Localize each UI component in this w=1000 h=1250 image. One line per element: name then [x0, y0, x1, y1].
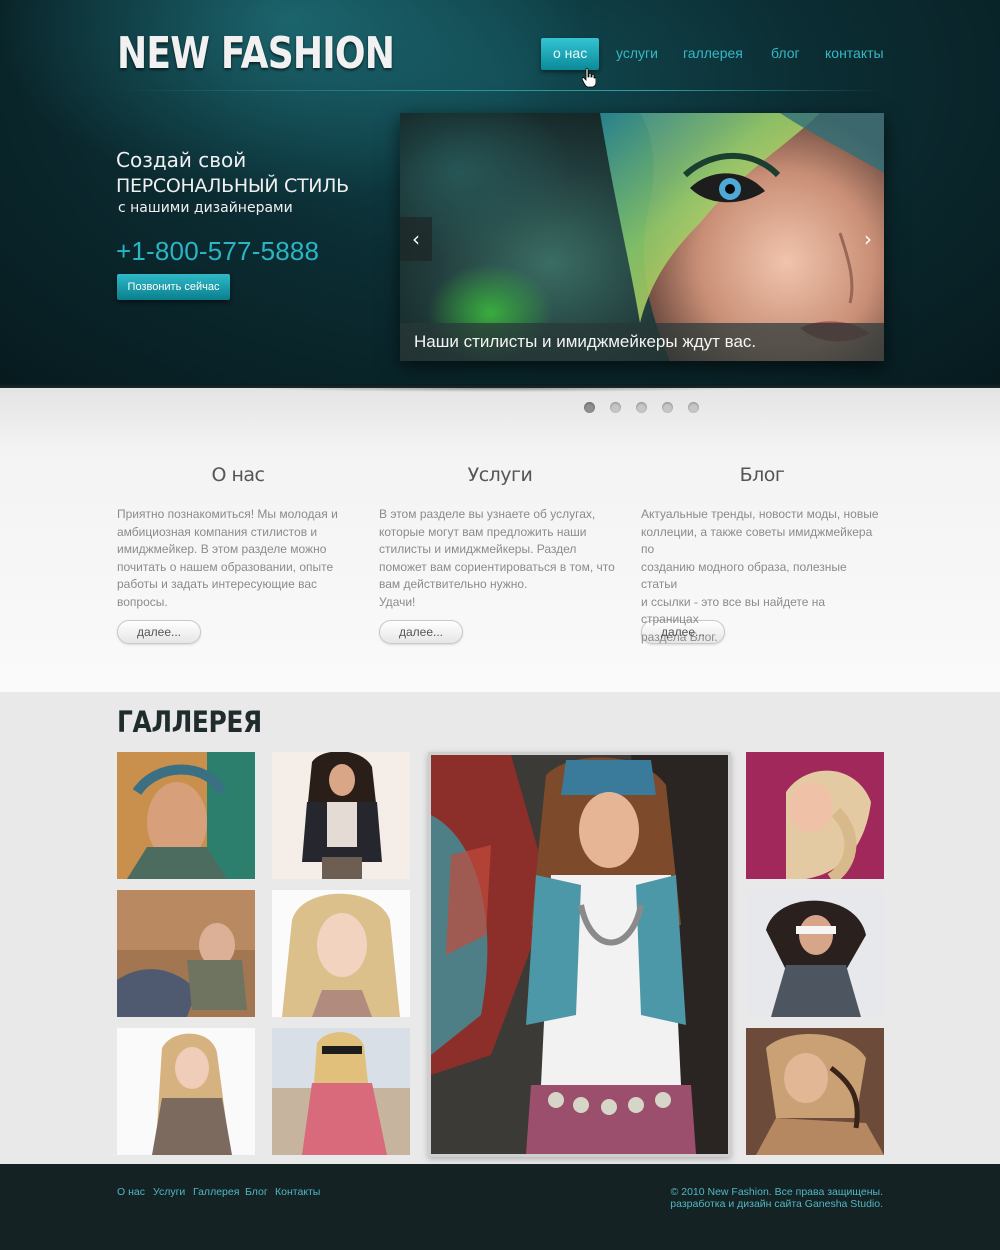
promo-block: Создай свой ПЕРСОНАЛЬНЫЙ СТИЛЬ с нашими … [116, 146, 349, 218]
nav-item-blog[interactable]: блог [771, 38, 800, 70]
site-logo[interactable]: NEW FASHION [117, 28, 395, 79]
nav-item-contacts[interactable]: контакты [825, 38, 884, 70]
slider-dot-5[interactable] [688, 402, 699, 413]
footer-link-services[interactable]: Услуги [153, 1186, 185, 1198]
footer-copyright: © 2010 New Fashion. Все права защищены. … [670, 1186, 883, 1210]
feature-text: Актуальные тренды, новости моды, новые к… [641, 507, 879, 644]
photo-image [117, 1028, 255, 1155]
promo-line-3: с нашими дизайнерами [118, 200, 293, 216]
nav-item-gallery[interactable]: галлерея [683, 38, 743, 70]
photo-image [431, 755, 728, 1154]
photo-image [746, 1028, 884, 1155]
feature-services: Услуги В этом разделе вы узнаете об услу… [379, 464, 621, 644]
photo-image [117, 752, 255, 879]
slider-next-icon[interactable]: › [852, 217, 884, 261]
slider-prev-icon[interactable]: ‹ [400, 217, 432, 261]
feature-title: О нас [211, 464, 265, 486]
feature-blog: Блог Актуальные тренды, новости моды, но… [641, 464, 883, 644]
gallery-thumb-8[interactable] [746, 890, 884, 1017]
gallery-section: ГАЛЛЕРЕЯ [0, 692, 1000, 1164]
slider-caption: Наши стилисты и имиджмейкеры ждут вас. [400, 323, 884, 361]
gallery-thumb-5[interactable] [272, 890, 410, 1017]
site-footer: О нас Услуги Галлерея Блог Контакты © 20… [0, 1164, 1000, 1250]
photo-image [272, 890, 410, 1017]
copyright-line-2: разработка и дизайн сайта Ganesha Studio… [670, 1198, 883, 1210]
footer-link-about[interactable]: О нас [117, 1186, 145, 1198]
gallery-thumb-6[interactable] [272, 1028, 410, 1155]
photo-image [746, 890, 884, 1017]
slider-dot-2[interactable] [610, 402, 621, 413]
nav-item-about[interactable]: о нас [541, 38, 600, 70]
services-more-button[interactable]: далее... [379, 620, 463, 644]
feature-text: Приятно познакомиться! Мы молодая и амби… [117, 507, 338, 609]
photo-image [117, 890, 255, 1017]
call-now-button[interactable]: Позвонить сейчас [117, 274, 230, 300]
site-header: NEW FASHION о нас услуги галлерея блог к… [0, 0, 1000, 388]
photo-image [746, 752, 884, 879]
gallery-thumb-4[interactable] [272, 752, 410, 879]
promo-line-2: ПЕРСОНАЛЬНЫЙ СТИЛЬ [116, 175, 349, 197]
slider-dot-3[interactable] [636, 402, 647, 413]
gallery-thumb-3[interactable] [117, 1028, 255, 1155]
gallery-thumb-9[interactable] [746, 1028, 884, 1155]
photo-image [272, 1028, 410, 1155]
footer-link-blog[interactable]: Блог [245, 1186, 268, 1198]
nav-item-services[interactable]: услуги [616, 38, 658, 70]
footer-link-gallery[interactable]: Галлерея [193, 1186, 239, 1198]
slider-dot-1[interactable] [584, 402, 595, 413]
hand-cursor-icon [582, 68, 596, 88]
feature-text: В этом разделе вы узнаете об услугах, ко… [379, 507, 615, 609]
promo-line-1: Создай свой [116, 148, 247, 172]
photo-image [272, 752, 410, 879]
gallery-featured-photo[interactable] [428, 752, 731, 1157]
copyright-line-1: © 2010 New Fashion. Все права защищены. [670, 1186, 883, 1198]
slider-dot-4[interactable] [662, 402, 673, 413]
gallery-thumb-2[interactable] [117, 890, 255, 1017]
hero-slider: ‹ › Наши стилисты и имиджмейкеры ждут ва… [400, 113, 884, 361]
about-more-button[interactable]: далее... [117, 620, 201, 644]
feature-title: Блог [739, 464, 785, 486]
feature-title: Услуги [467, 464, 533, 486]
gallery-thumb-1[interactable] [117, 752, 255, 879]
nav-divider [117, 90, 883, 91]
gallery-title: ГАЛЛЕРЕЯ [117, 705, 262, 739]
feature-about: О нас Приятно познакомиться! Мы молодая … [117, 464, 359, 644]
features-section: О нас Приятно познакомиться! Мы молодая … [0, 388, 1000, 692]
footer-link-contacts[interactable]: Контакты [275, 1186, 320, 1198]
phone-number: +1-800-577-5888 [116, 236, 320, 266]
gallery-thumb-7[interactable] [746, 752, 884, 879]
